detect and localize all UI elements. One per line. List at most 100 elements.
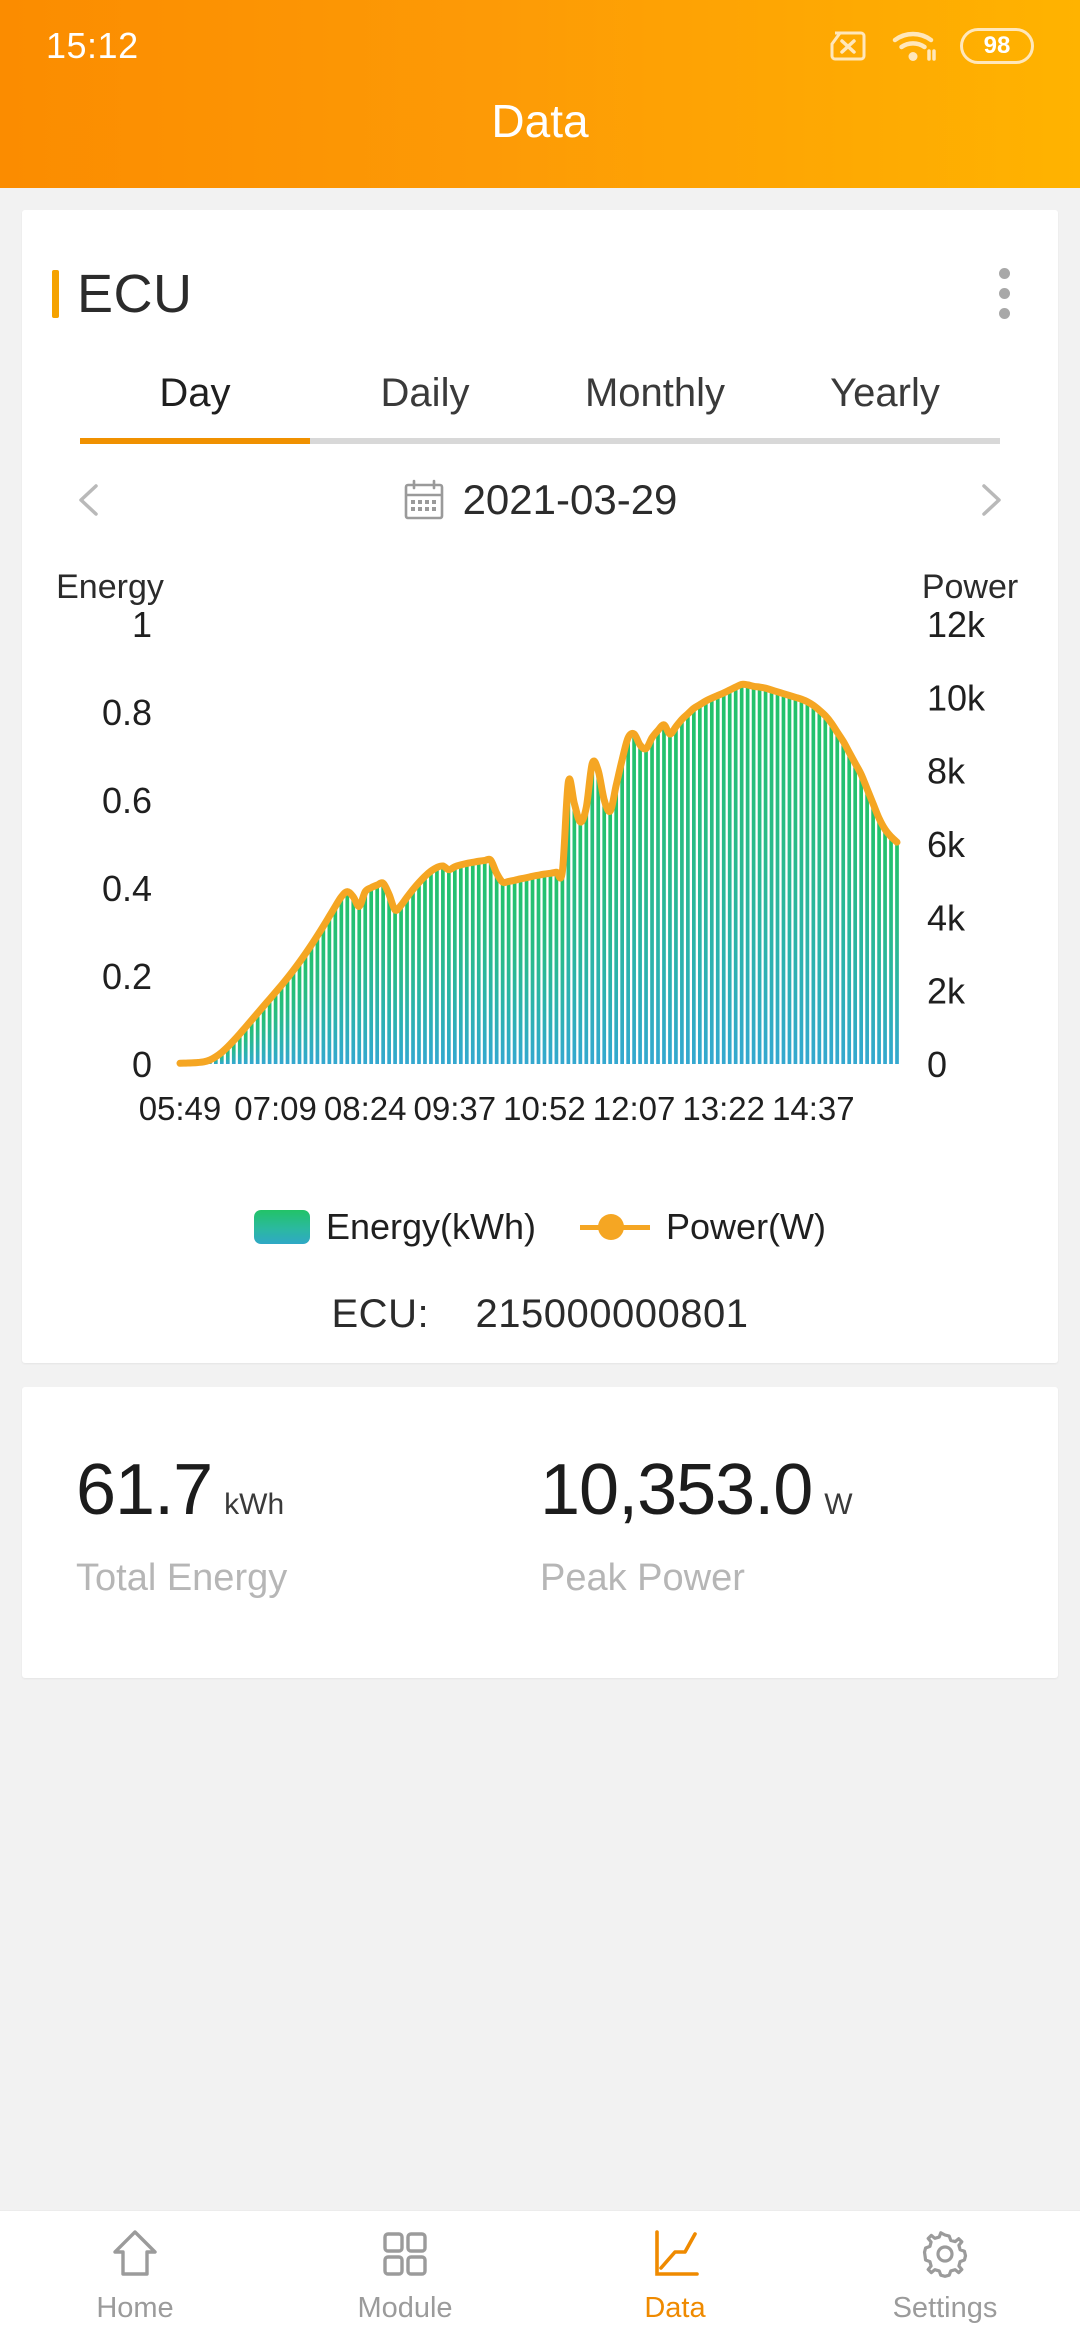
accent-bar-icon [52, 270, 59, 318]
svg-text:2k: 2k [927, 971, 966, 1012]
battery-icon: 98 [960, 28, 1034, 64]
chevron-right-icon[interactable] [970, 480, 1010, 520]
nav-label-module: Module [357, 2292, 452, 2325]
svg-text:09:37: 09:37 [414, 1090, 497, 1127]
energy-bar [644, 749, 648, 1064]
grid-icon [377, 2226, 433, 2282]
energy-bar [704, 701, 708, 1064]
energy-bar [387, 895, 391, 1064]
energy-bar [632, 734, 636, 1064]
energy-bar [776, 692, 780, 1064]
energy-bar [501, 882, 505, 1064]
energy-bar [256, 1013, 260, 1064]
energy-bar [638, 745, 642, 1064]
svg-text:0.8: 0.8 [102, 692, 152, 733]
energy-bar [549, 873, 553, 1064]
tab-yearly[interactable]: Yearly [770, 371, 1000, 438]
energy-bar [328, 916, 332, 1064]
energy-bar [806, 702, 810, 1064]
energy-bar [417, 882, 421, 1064]
energy-bar [752, 686, 756, 1064]
chevron-left-icon[interactable] [70, 480, 110, 520]
energy-bar [519, 879, 523, 1064]
energy-bar [650, 738, 654, 1064]
energy-bar [740, 684, 744, 1064]
tab-daily[interactable]: Daily [310, 371, 540, 438]
energy-bar [489, 860, 493, 1064]
energy-bar [322, 926, 326, 1064]
energy-bar [531, 876, 535, 1064]
stat-total-energy: 61.7 kWh Total Energy [76, 1449, 540, 1600]
energy-bar [895, 842, 899, 1064]
energy-bar [357, 906, 361, 1064]
energy-bar [316, 936, 320, 1064]
energy-bar [680, 719, 684, 1064]
energy-bar [561, 871, 565, 1064]
energy-bar [477, 861, 481, 1064]
energy-bar [393, 910, 397, 1064]
svg-text:0: 0 [927, 1044, 947, 1085]
energy-bar [716, 695, 720, 1064]
energy-bar [590, 763, 594, 1064]
tab-monthly[interactable]: Monthly [540, 371, 770, 438]
energy-bar [280, 985, 284, 1064]
energy-bar [578, 822, 582, 1064]
energy-bar [537, 875, 541, 1064]
chart-icon [647, 2226, 703, 2282]
energy-bar [668, 734, 672, 1064]
selected-date: 2021-03-29 [463, 476, 678, 524]
energy-bar [841, 741, 845, 1064]
bottom-navigation: Home Module Data Settin [0, 2210, 1080, 2340]
energy-bar [608, 811, 612, 1064]
energy-bar [626, 738, 630, 1064]
energy-bar [345, 892, 349, 1064]
kebab-dot [999, 268, 1010, 279]
svg-text:07:09: 07:09 [234, 1090, 317, 1127]
energy-bar [758, 687, 762, 1064]
energy-bar [268, 999, 272, 1064]
energy-bar [764, 688, 768, 1064]
energy-bar [262, 1006, 266, 1064]
nav-item-settings[interactable]: Settings [810, 2226, 1080, 2325]
date-display[interactable]: 2021-03-29 [403, 476, 678, 524]
energy-bar [423, 876, 427, 1064]
energy-bar [333, 906, 337, 1064]
energy-bar [471, 862, 475, 1064]
energy-bar [788, 695, 792, 1064]
device-title-group: ECU [52, 263, 193, 325]
tab-day[interactable]: Day [80, 371, 310, 438]
energy-bar [453, 867, 457, 1064]
svg-text:4k: 4k [927, 897, 966, 938]
peak-power-label: Peak Power [540, 1557, 1004, 1600]
svg-text:12:07: 12:07 [593, 1090, 676, 1127]
legend-item-power: Power(W) [580, 1206, 826, 1248]
svg-text:13:22: 13:22 [682, 1090, 765, 1127]
kebab-menu-icon[interactable] [985, 258, 1024, 329]
y-axis-right-ticks: 02k4k6k8k10k12k [927, 604, 986, 1085]
energy-bar [525, 878, 529, 1064]
nav-label-settings: Settings [893, 2292, 998, 2325]
energy-bar [746, 685, 750, 1064]
energy-bar [411, 889, 415, 1064]
energy-bar [853, 763, 857, 1064]
svg-text:6k: 6k [927, 824, 966, 865]
energy-power-chart: Energy Power 00.20.40.60.81 02k4k6k8k10k… [22, 564, 1058, 1184]
nav-item-module[interactable]: Module [270, 2226, 540, 2325]
sim-card-disabled-icon [826, 30, 870, 62]
energy-bar [405, 897, 409, 1064]
energy-bar [698, 705, 702, 1064]
nav-item-data[interactable]: Data [540, 2226, 810, 2325]
energy-bar [304, 954, 308, 1064]
energy-bar [429, 871, 433, 1064]
energy-bar [495, 873, 499, 1064]
chart-card: ECU Day Daily Monthly Yearly [22, 210, 1058, 1363]
energy-bar [555, 872, 559, 1064]
summary-stats-card: 61.7 kWh Total Energy 10,353.0 W Peak Po… [22, 1387, 1058, 1678]
energy-bar [363, 892, 367, 1064]
nav-item-home[interactable]: Home [0, 2226, 270, 2325]
y-axis-left-ticks: 00.20.40.60.81 [102, 604, 152, 1085]
energy-bar [543, 874, 547, 1064]
energy-bar [614, 785, 618, 1064]
period-tabs[interactable]: Day Daily Monthly Yearly [80, 371, 1000, 438]
energy-bar [865, 789, 869, 1064]
